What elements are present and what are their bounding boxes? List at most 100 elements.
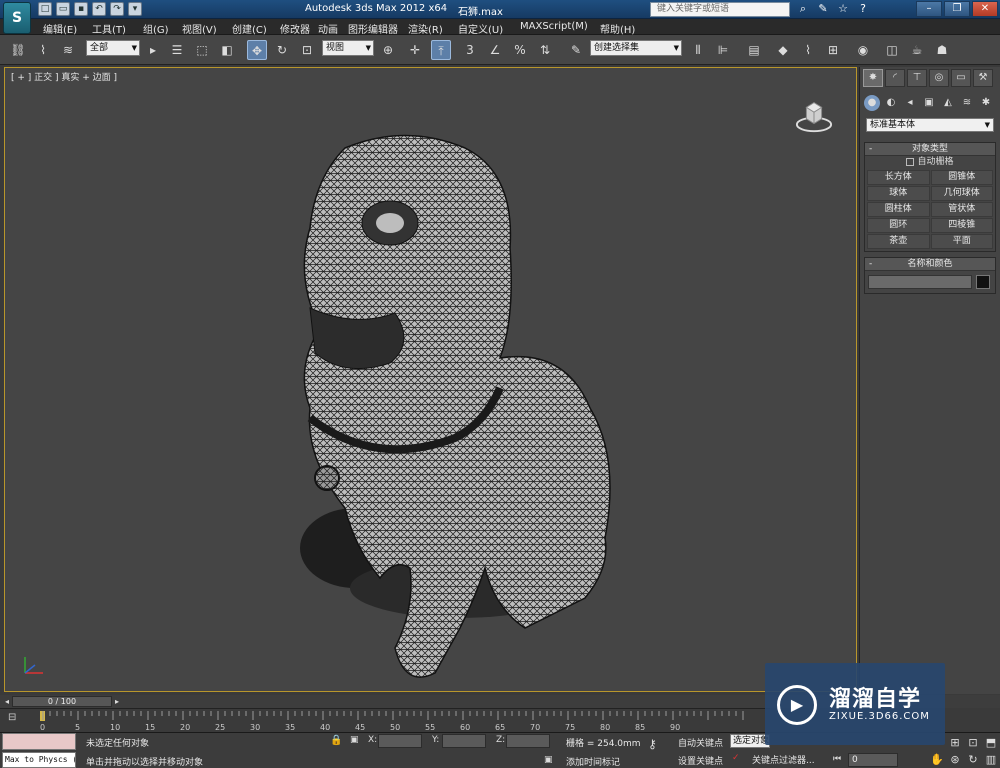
- close-icon[interactable]: ✕: [972, 1, 998, 17]
- cone-button[interactable]: 圆锥体: [930, 170, 993, 185]
- edit-named-selection-icon[interactable]: ✎: [566, 40, 586, 60]
- display-tab-icon[interactable]: ▭: [951, 69, 971, 87]
- tools-icon[interactable]: ✎: [816, 2, 830, 16]
- menu-help[interactable]: 帮助(H): [600, 21, 635, 36]
- lights-icon[interactable]: ◂: [902, 95, 918, 111]
- select-by-name-icon[interactable]: ☰: [167, 40, 187, 60]
- rendered-frame-icon[interactable]: ☕: [907, 40, 927, 60]
- rectangular-selection-icon[interactable]: ⬚: [192, 40, 212, 60]
- select-and-rotate-icon[interactable]: ↻: [272, 40, 292, 60]
- pan-icon[interactable]: ✋: [930, 753, 944, 766]
- selected-object-dropdown[interactable]: 选定对象: [730, 734, 770, 748]
- box-button[interactable]: 长方体: [867, 170, 930, 185]
- category-dropdown[interactable]: 标准基本体: [866, 118, 994, 132]
- cylinder-button[interactable]: 圆柱体: [867, 202, 930, 217]
- graphite-toggle-icon[interactable]: ◆: [773, 40, 793, 60]
- menu-graph-editors[interactable]: 图形编辑器: [348, 21, 398, 36]
- reference-coord-dropdown[interactable]: 视图: [322, 40, 374, 56]
- shapes-icon[interactable]: ◐: [883, 95, 899, 111]
- menu-customize[interactable]: 自定义(U): [458, 21, 503, 36]
- menu-rendering[interactable]: 渲染(R): [408, 21, 443, 36]
- y-coordinate-field[interactable]: [442, 734, 486, 748]
- object-name-field[interactable]: [868, 275, 972, 289]
- percent-snap-icon[interactable]: %: [510, 40, 530, 60]
- absolute-mode-icon[interactable]: ▣: [350, 735, 359, 745]
- mirror-icon[interactable]: ⫴: [688, 40, 708, 60]
- prev-frame-arrow-icon[interactable]: ◂: [2, 696, 12, 707]
- maxscript-listener[interactable]: [2, 733, 76, 750]
- track-bar[interactable]: ⊟ 0 5 10 15 20 25 30 35 40 45 50 55 60 65 70 75 80 85 90: [0, 708, 770, 732]
- time-tag-icon[interactable]: ▣: [544, 755, 553, 765]
- torus-button[interactable]: 圆环: [867, 218, 930, 233]
- viewcube-icon[interactable]: [795, 96, 833, 134]
- menu-create[interactable]: 创建(C): [232, 21, 267, 36]
- maxscript-mini-field[interactable]: Max to Physcs (: [2, 752, 76, 768]
- save-file-icon[interactable]: ▪: [74, 2, 88, 16]
- restore-icon[interactable]: ❐: [944, 1, 970, 17]
- named-selection-dropdown[interactable]: 创建选择集: [590, 40, 682, 56]
- menu-tools[interactable]: 工具(T): [92, 21, 126, 36]
- modify-tab-icon[interactable]: ◜: [885, 69, 905, 87]
- z-coordinate-field[interactable]: [506, 734, 550, 748]
- geometry-icon[interactable]: ●: [864, 95, 880, 111]
- pivot-center-icon[interactable]: ⊕: [378, 40, 398, 60]
- app-logo[interactable]: S: [3, 2, 31, 34]
- curve-editor-icon[interactable]: ⌇: [798, 40, 818, 60]
- cameras-icon[interactable]: ▣: [921, 95, 937, 111]
- auto-key-button[interactable]: 自动关键点: [678, 736, 723, 749]
- schematic-view-icon[interactable]: ⊞: [823, 40, 843, 60]
- select-object-icon[interactable]: ▸: [143, 40, 163, 60]
- maximize-viewport-icon[interactable]: ⬒: [984, 736, 998, 749]
- stone-lion-model[interactable]: [285, 128, 645, 688]
- set-key-icon[interactable]: ⚷: [648, 737, 657, 751]
- object-color-swatch[interactable]: [976, 275, 990, 289]
- render-production-icon[interactable]: ☗: [932, 40, 952, 60]
- select-and-move-icon[interactable]: ✥: [247, 40, 267, 60]
- set-key-button[interactable]: 设置关键点: [678, 754, 723, 767]
- create-tab-icon[interactable]: ✸: [863, 69, 883, 87]
- align-icon[interactable]: ⊫: [713, 40, 733, 60]
- snaps-toggle-icon[interactable]: 3: [460, 40, 480, 60]
- tube-button[interactable]: 管状体: [930, 202, 993, 217]
- timeline-ruler[interactable]: 0 5 10 15 20 25 30 35 40 45 50 55 60 65 70 75 80 85 90: [40, 709, 770, 733]
- motion-tab-icon[interactable]: ◎: [929, 69, 949, 87]
- helpers-icon[interactable]: ◭: [940, 95, 956, 111]
- star-icon[interactable]: ☆: [836, 2, 850, 16]
- plane-button[interactable]: 平面: [930, 234, 993, 249]
- material-editor-icon[interactable]: ◉: [853, 40, 873, 60]
- lock-icon[interactable]: 🔒: [330, 735, 342, 746]
- bind-spacewarp-icon[interactable]: ≋: [58, 40, 78, 60]
- minimize-icon[interactable]: –: [916, 1, 942, 17]
- orbit-icon[interactable]: ↻: [966, 753, 980, 766]
- sphere-button[interactable]: 球体: [867, 186, 930, 201]
- qat-dropdown-icon[interactable]: ▾: [128, 2, 142, 16]
- spacewarps-icon[interactable]: ≋: [959, 95, 975, 111]
- go-to-start-icon[interactable]: ⏮: [830, 753, 844, 766]
- checkbox-icon[interactable]: [906, 157, 915, 166]
- select-manipulate-icon[interactable]: ✛: [405, 40, 425, 60]
- systems-icon[interactable]: ✱: [978, 95, 994, 111]
- zoom-all-icon[interactable]: ⊡: [966, 736, 980, 749]
- angle-snap-icon[interactable]: ∠: [485, 40, 505, 60]
- spinner-snap-icon[interactable]: ⇅: [535, 40, 555, 60]
- object-type-header[interactable]: 对象类型: [865, 143, 995, 156]
- link-icon[interactable]: ⛓: [8, 40, 28, 60]
- walkthrough-icon[interactable]: ⊛: [948, 753, 962, 766]
- pyramid-button[interactable]: 四棱锥: [930, 218, 993, 233]
- search-input[interactable]: 键入关键字或短语: [650, 2, 790, 17]
- help-icon[interactable]: ?: [856, 2, 870, 16]
- menu-maxscript[interactable]: MAXScript(M): [520, 21, 588, 32]
- zoom-extents-icon[interactable]: ⊞: [948, 736, 962, 749]
- menu-modifiers[interactable]: 修改器: [280, 21, 310, 36]
- menu-edit[interactable]: 编辑(E): [43, 21, 77, 36]
- x-coordinate-field[interactable]: [378, 734, 422, 748]
- next-frame-arrow-icon[interactable]: ▸: [112, 696, 122, 707]
- layer-manager-icon[interactable]: ▤: [744, 40, 764, 60]
- menu-group[interactable]: 组(G): [143, 21, 169, 36]
- curve-editor-mini-icon[interactable]: ⊟: [8, 712, 24, 726]
- name-color-header[interactable]: 名称和颜色: [865, 258, 995, 271]
- binoculars-icon[interactable]: ⌕: [796, 2, 810, 16]
- keyboard-shortcut-override-icon[interactable]: ⤒: [431, 40, 451, 60]
- geosphere-button[interactable]: 几何球体: [930, 186, 993, 201]
- current-frame-field[interactable]: 0: [848, 753, 898, 767]
